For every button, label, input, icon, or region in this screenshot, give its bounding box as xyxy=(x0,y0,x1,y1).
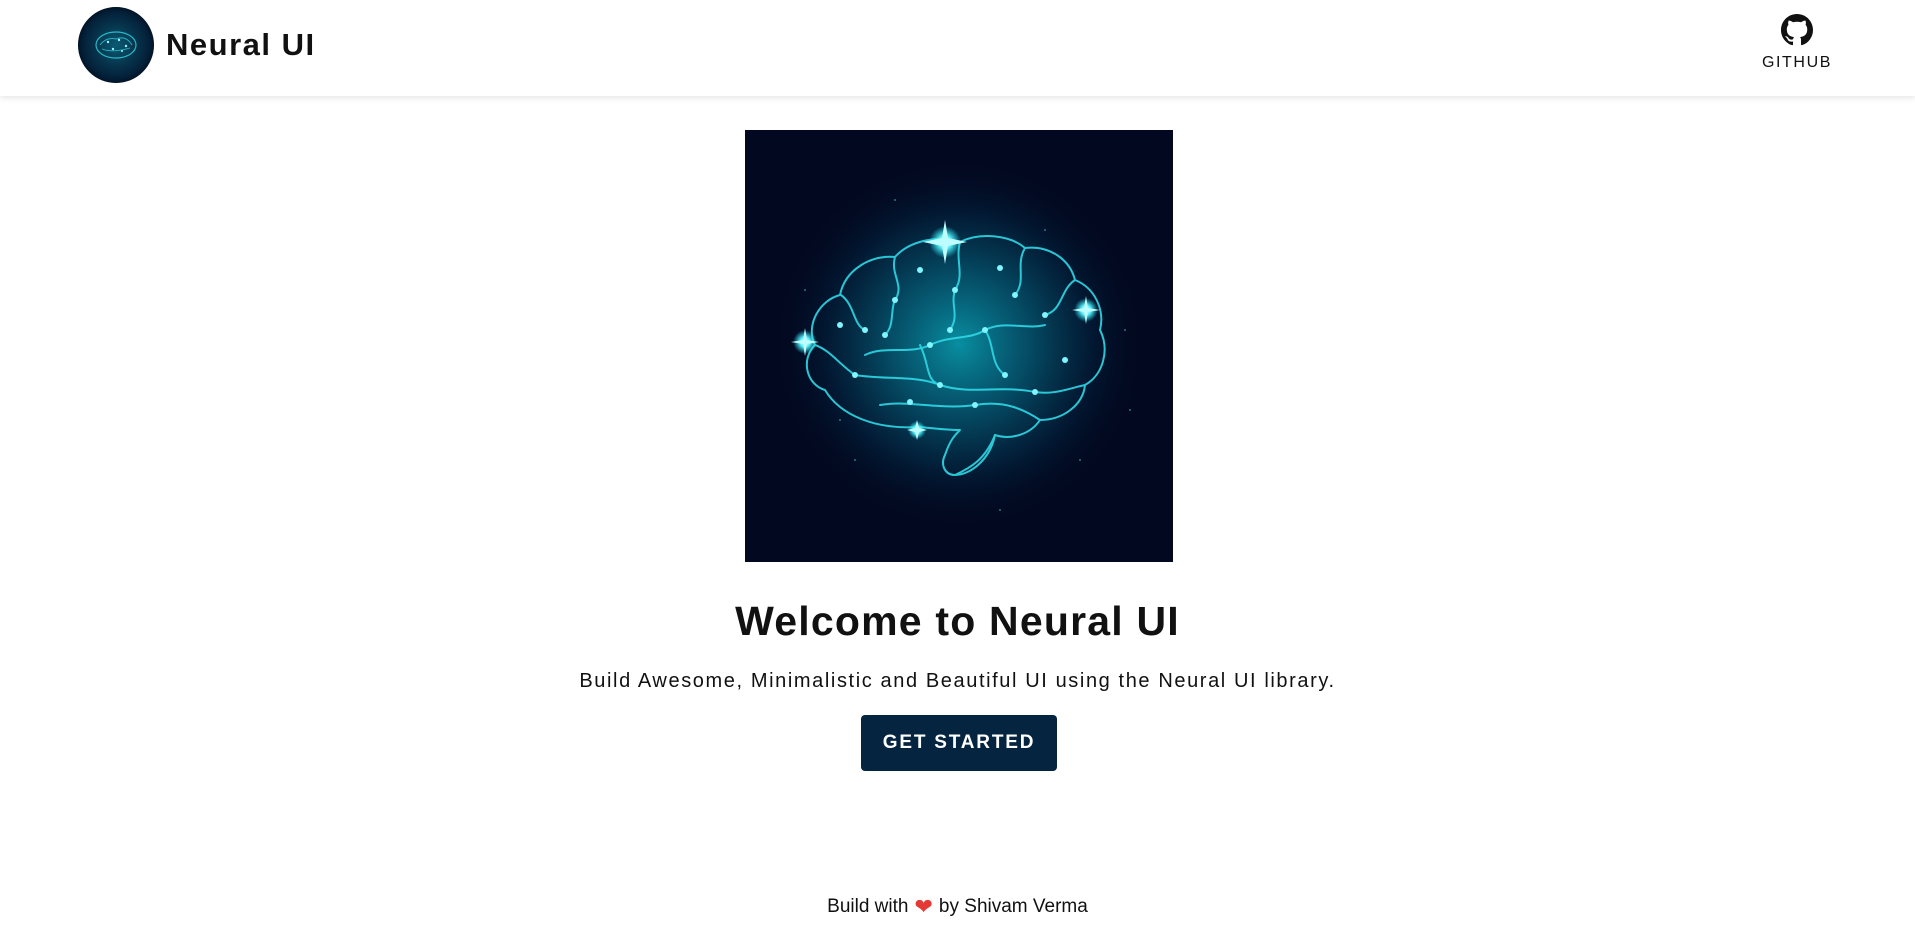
footer-prefix: Build with xyxy=(827,896,909,917)
footer: Build with ❤ by Shivam Verma xyxy=(0,896,1915,918)
github-icon xyxy=(1781,14,1813,46)
github-label: GITHUB xyxy=(1761,54,1833,71)
brand-name: Neural UI xyxy=(166,27,316,62)
hero-subtitle: Build Awesome, Minimalistic and Beautifu… xyxy=(579,670,1336,692)
hero-title: Welcome to Neural UI xyxy=(735,598,1180,644)
page: Neural UI GITHUB Welcome to Neural UI Bu… xyxy=(0,0,1915,935)
github-link[interactable]: GITHUB xyxy=(1757,14,1837,80)
glowing-brain-illustration xyxy=(745,130,1173,562)
get-started-button[interactable]: GET STARTED xyxy=(861,715,1057,771)
brand-link[interactable]: Neural UI xyxy=(78,6,316,84)
footer-suffix: by Shivam Verma xyxy=(938,896,1088,917)
navbar: Neural UI GITHUB xyxy=(0,0,1915,96)
brain-logo-icon xyxy=(78,7,154,83)
heart-icon: ❤ xyxy=(914,894,933,919)
